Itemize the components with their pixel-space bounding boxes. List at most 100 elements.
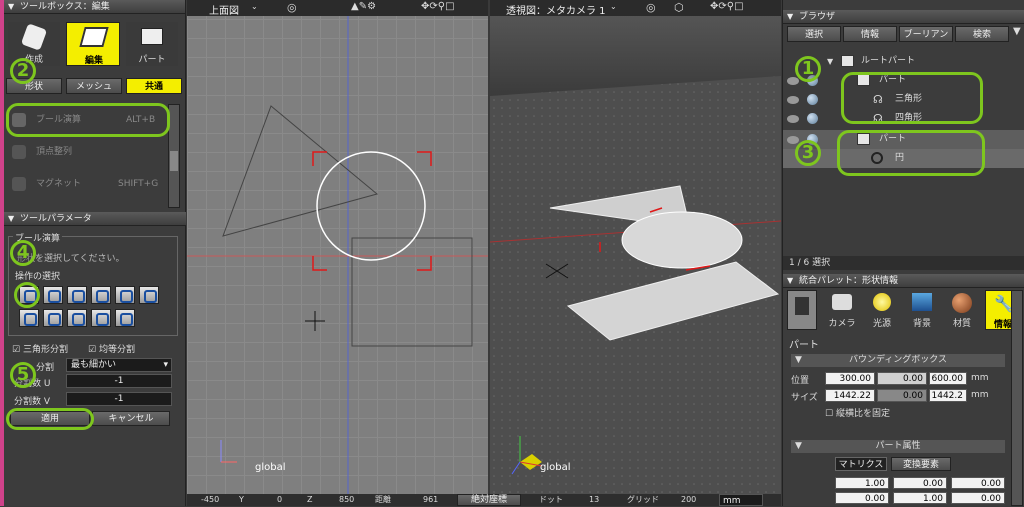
op-outside-icon[interactable]	[91, 309, 111, 327]
size-x-field[interactable]: 1442.22	[825, 389, 875, 402]
status-grid: 200	[681, 495, 697, 504]
unit-select[interactable]: mm	[719, 494, 763, 506]
render-ball-icon[interactable]	[807, 94, 818, 105]
view-tools-icon[interactable]: ▲✎⚙	[351, 1, 376, 12]
mode-part-label: パート	[138, 55, 166, 65]
split-u-field[interactable]: -1	[66, 374, 172, 388]
visibility-eye-icon[interactable]	[787, 115, 799, 123]
collapse-icon[interactable]: ▼	[787, 274, 793, 288]
viewport-menu-icon[interactable]: ⌄	[251, 2, 258, 11]
right-scrollbar[interactable]	[1011, 290, 1023, 506]
transform-tab[interactable]: 変換要素	[891, 457, 951, 471]
browser-title: ▼ ブラウザ	[783, 10, 1024, 24]
browser-tab-boolean[interactable]: ブーリアン	[899, 26, 953, 42]
triangle-split-checkbox[interactable]: ☑ 三角形分割	[12, 342, 68, 355]
status-distance: 961	[423, 495, 439, 504]
mode-edit-label: 編集	[84, 56, 103, 66]
tool-item-vertex-align[interactable]: 頂点整列	[6, 142, 166, 162]
tool-tab[interactable]	[787, 290, 817, 330]
status-bar: -450 Y 0 Z 850 距離 961 絶対座標 ドット 13 グリッド 2…	[187, 494, 781, 506]
browser-menu-icon[interactable]: ▼	[1013, 26, 1021, 37]
integrated-tab-background[interactable]: 背景	[903, 290, 941, 330]
op-boundary-icon[interactable]	[115, 309, 135, 327]
equal-split-checkbox[interactable]: ☑ 均等分割	[88, 342, 135, 355]
browser-tab-select[interactable]: 選択	[787, 26, 841, 42]
root-part-icon	[841, 55, 854, 67]
visibility-eye-icon[interactable]	[787, 96, 799, 104]
view-nav-icon[interactable]: ✥⟳⚲□	[710, 1, 744, 12]
mode-edit-button[interactable]: 編集	[66, 22, 120, 66]
split-select[interactable]: 最も細かい ▾	[66, 358, 172, 372]
top-viewport[interactable]: 上面図 ⌄ ◎ ▲✎⚙ ✥⟳⚲□ global	[187, 0, 488, 494]
integrated-tab-camera[interactable]: カメラ	[823, 290, 861, 330]
view-target-icon[interactable]: ◎	[287, 1, 297, 14]
render-ball-icon[interactable]	[807, 113, 818, 124]
position-y-field[interactable]: 0.00	[877, 372, 927, 385]
persp-view-axis-label[interactable]: global	[540, 462, 571, 473]
matrix-cell[interactable]: 0.00	[951, 477, 1005, 489]
position-label: 位置	[791, 376, 810, 386]
tool-item-label: 頂点整列	[36, 147, 73, 157]
tree-label: ルートパート	[861, 56, 916, 66]
unit-label: mm	[971, 390, 989, 400]
view-cube-icon[interactable]: ⬡	[674, 1, 684, 14]
tool-item-magnet[interactable]: マグネット SHIFT+G	[6, 174, 166, 194]
matrix-tab[interactable]: マトリクス	[835, 457, 887, 471]
view-target-icon[interactable]: ◎	[646, 1, 656, 14]
background-icon	[912, 293, 932, 311]
op-subtract-icon[interactable]	[43, 286, 63, 304]
keep-ratio-checkbox[interactable]: ☐ 縦横比を固定	[825, 406, 890, 419]
mode-part-button[interactable]: パート	[126, 22, 178, 66]
part-attr-header[interactable]: ▼ パート属性	[791, 440, 1005, 453]
status-x: -450	[201, 495, 220, 504]
matrix-cell[interactable]: 1.00	[835, 477, 889, 489]
op-split-icon[interactable]	[115, 286, 135, 304]
position-x-field[interactable]: 300.00	[825, 372, 875, 385]
op-exclusive-icon[interactable]	[139, 286, 159, 304]
integrated-tab-material[interactable]: 材質	[943, 290, 981, 330]
size-y-field[interactable]: 0.00	[877, 389, 927, 402]
split-v-field[interactable]: -1	[66, 392, 172, 406]
subtab-common[interactable]: 共通	[126, 78, 182, 94]
bbox-header[interactable]: ▼ バウンディングボックス	[791, 354, 1005, 367]
viewport-title[interactable]: 上面図	[209, 2, 239, 17]
position-z-field[interactable]: 600.00	[929, 372, 967, 385]
op-subtract2-icon[interactable]	[91, 286, 111, 304]
annotation-5: 5	[10, 362, 36, 388]
scroll-thumb[interactable]	[170, 151, 178, 171]
matrix-cell[interactable]: 1.00	[893, 492, 947, 504]
viewport-menu-icon[interactable]: ⌄	[610, 2, 617, 11]
matrix-cell[interactable]: 0.00	[835, 492, 889, 504]
light-icon	[873, 293, 891, 311]
browser-tab-info[interactable]: 情報	[843, 26, 897, 42]
view-nav-icon[interactable]: ✥⟳⚲□	[421, 1, 455, 12]
op-intersect-icon[interactable]	[67, 286, 87, 304]
matrix-cell[interactable]: 0.00	[893, 477, 947, 489]
op-cut-icon[interactable]	[19, 309, 39, 327]
cancel-button[interactable]: キャンセル	[92, 411, 170, 426]
visibility-eye-icon[interactable]	[787, 77, 799, 85]
expand-icon[interactable]: ▼	[827, 52, 833, 71]
perspective-viewport[interactable]: 透視図：メタカメラ 1 ⌄ ◎ ⬡ ✥⟳⚲□ global	[490, 0, 781, 494]
expand-icon: ▼	[795, 441, 802, 451]
viewport-title[interactable]: 透視図：メタカメラ 1	[506, 2, 606, 17]
size-z-field[interactable]: 1442.2	[929, 389, 967, 402]
integrated-tab-light[interactable]: 光源	[863, 290, 901, 330]
unit-label: mm	[971, 373, 989, 383]
browser-tab-search[interactable]: 検索	[955, 26, 1009, 42]
top-view-axis-label[interactable]: global	[255, 462, 286, 473]
rectangle-shape	[351, 237, 473, 347]
collapse-icon[interactable]: ▼	[787, 10, 793, 24]
tab-label: 背景	[912, 319, 931, 329]
tool-params-title: ▼ ツールパラメータ	[4, 212, 186, 226]
collapse-icon[interactable]: ▼	[8, 0, 14, 14]
matrix-cell[interactable]: 0.00	[951, 492, 1005, 504]
left-panel: ▼ ツールボックス：編集 作成 編集 パート 形状 メッシュ 共通 ブール演算 …	[0, 0, 186, 506]
subtab-mesh[interactable]: メッシュ	[66, 78, 122, 94]
collapse-icon[interactable]: ▼	[8, 212, 14, 226]
coord-mode-button[interactable]: 絶対座標	[457, 494, 521, 506]
annotation-3: 3	[795, 140, 821, 166]
visibility-eye-icon[interactable]	[787, 136, 799, 144]
op-merge-icon[interactable]	[43, 309, 63, 327]
op-inside-icon[interactable]	[67, 309, 87, 327]
